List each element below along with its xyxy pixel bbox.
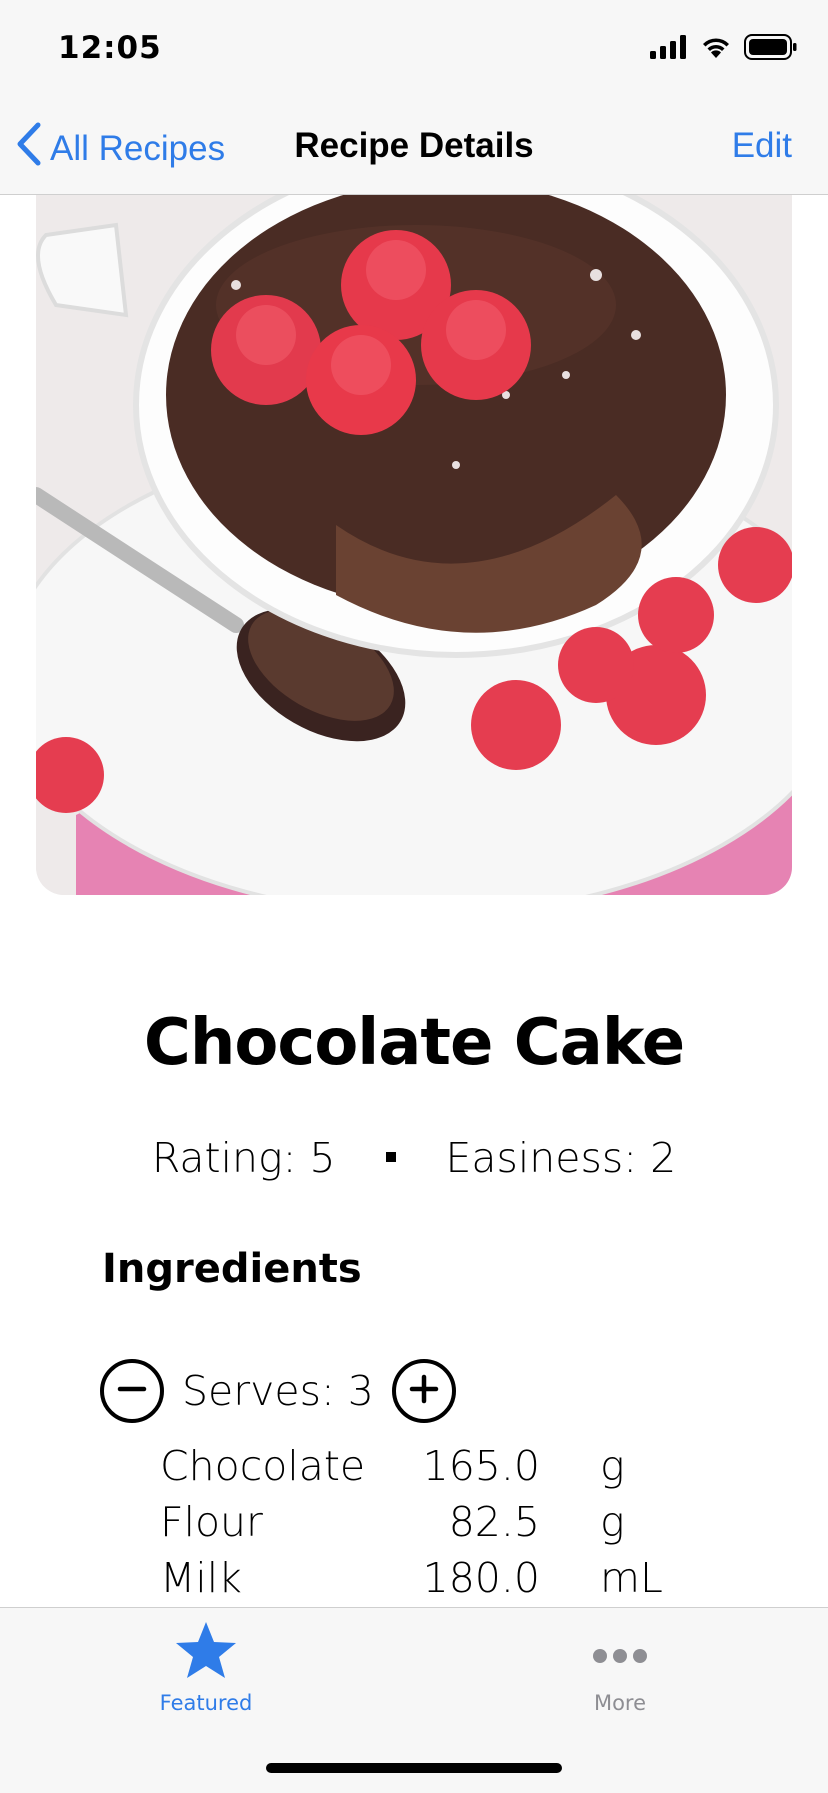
ingredient-unit: mL [600, 1554, 663, 1602]
recipe-meta: Rating: 5 Easiness: 2 [0, 1134, 828, 1182]
ingredients-heading: Ingredients [102, 1246, 362, 1292]
edit-button[interactable]: Edit [732, 126, 792, 166]
minus-icon [115, 1372, 149, 1411]
ingredients-list: Chocolate 165.0 g Flour 82.5 g Milk 180.… [160, 1438, 663, 1606]
decrease-serves-button[interactable] [100, 1359, 164, 1423]
list-item: Chocolate 165.0 g [160, 1438, 663, 1494]
plus-icon [407, 1372, 441, 1411]
increase-serves-button[interactable] [391, 1359, 456, 1423]
rating-text: Rating: 5 [151, 1134, 336, 1182]
separator-dot [385, 1152, 396, 1162]
tab-featured-label: Featured [159, 1691, 253, 1715]
battery-icon [744, 34, 798, 65]
tab-featured[interactable]: Featured [106, 1620, 306, 1715]
ingredient-unit: g [600, 1498, 625, 1546]
star-icon [174, 1620, 238, 1685]
ingredient-name: Chocolate [160, 1442, 366, 1490]
list-item: Flour 82.5 g [160, 1494, 663, 1550]
cellular-signal-icon [650, 35, 688, 64]
navigation-bar: All Recipes Recipe Details Edit [0, 100, 828, 195]
ingredient-name: Flour [160, 1498, 263, 1546]
recipe-photo [36, 195, 792, 895]
list-item: Milk 180.0 mL [160, 1550, 663, 1606]
page-title: Recipe Details [294, 126, 534, 165]
status-time: 12:05 [58, 30, 162, 66]
easiness-text: Easiness: 2 [445, 1134, 677, 1182]
ingredient-name: Milk [160, 1554, 242, 1602]
ingredient-amount: 165.0 [422, 1442, 540, 1490]
more-dots-icon [590, 1620, 650, 1685]
ingredient-amount: 82.5 [448, 1498, 540, 1546]
wifi-icon [700, 35, 732, 64]
serves-label: Serves: 3 [182, 1367, 374, 1415]
home-indicator [266, 1763, 562, 1773]
tab-bar: Featured More [0, 1607, 828, 1793]
status-bar: 12:05 [0, 0, 828, 100]
tab-more[interactable]: More [520, 1620, 720, 1715]
ingredient-amount: 180.0 [422, 1554, 540, 1602]
tab-more-label: More [593, 1691, 647, 1715]
ingredient-unit: g [600, 1442, 625, 1490]
status-icons [650, 34, 798, 65]
recipe-title: Chocolate Cake [143, 1006, 685, 1080]
serves-stepper: Serves: 3 [100, 1356, 456, 1426]
